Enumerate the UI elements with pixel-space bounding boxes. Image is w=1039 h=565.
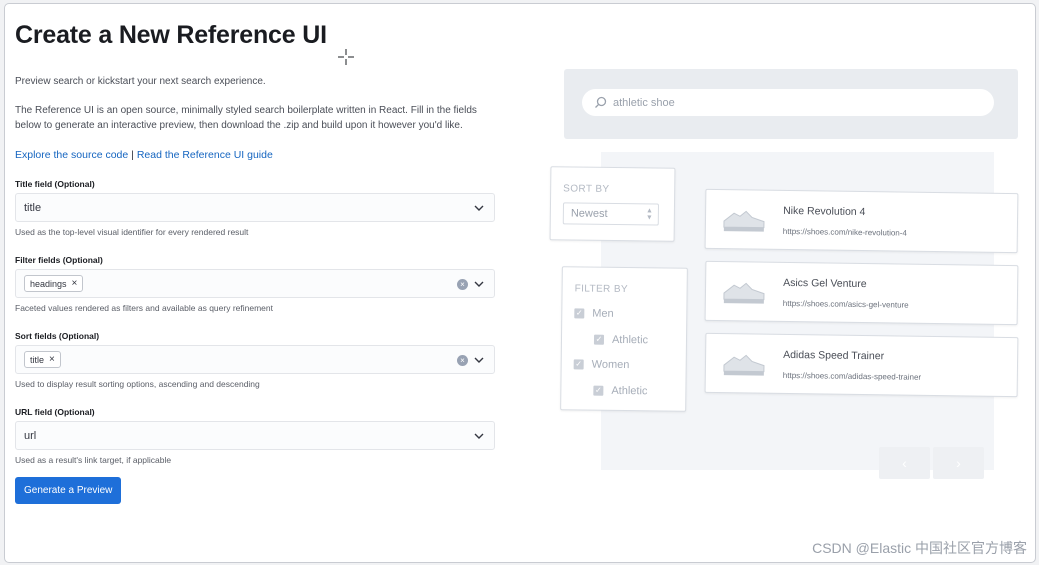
chevron-down-icon[interactable]	[473, 202, 485, 214]
description-text: The Reference UI is an open source, mini…	[15, 105, 477, 131]
sort-fields-help: Used to display result sorting options, …	[15, 379, 260, 389]
sort-fields-combobox[interactable]: title × ×	[15, 345, 495, 374]
title-field-label: Title field (Optional)	[15, 179, 95, 189]
preview-search-text: athletic shoe	[613, 96, 675, 109]
result-url[interactable]: https://shoes.com/adidas-speed-trainer	[783, 371, 921, 382]
result-name: Asics Gel Venture	[783, 276, 867, 291]
shoe-icon	[723, 282, 765, 304]
result-url[interactable]: https://shoes.com/asics-gel-venture	[783, 299, 909, 310]
links-row: Explore the source code | Read the Refer…	[15, 149, 499, 161]
sort-fields-group: Sort fields (Optional) title × × Used to…	[15, 331, 499, 389]
filter-pill: headings ×	[24, 275, 84, 292]
url-field-group: URL field (Optional) url Used as a resul…	[15, 407, 499, 465]
filter-panel: FILTER BY ✓ Men ✓ Athletic ✓ Women ✓ Ath…	[560, 266, 688, 412]
sort-select[interactable]: Newest ▲ ▼	[562, 202, 660, 226]
filter-option-label: Athletic	[611, 333, 649, 347]
result-url[interactable]: https://shoes.com/nike-revolution-4	[783, 227, 907, 238]
checkbox-icon: ✓	[573, 359, 584, 370]
sort-panel: SORT BY Newest ▲ ▼	[549, 166, 676, 242]
title-field-group: Title field (Optional) title Used as the…	[15, 179, 499, 237]
filter-option-men[interactable]: ✓ Men	[574, 307, 614, 320]
title-field-value: title	[24, 201, 42, 214]
sort-fields-label: Sort fields (Optional)	[15, 331, 100, 341]
chevron-down-icon[interactable]	[473, 430, 485, 442]
filter-fields-label: Filter fields (Optional)	[15, 255, 103, 265]
result-name: Nike Revolution 4	[783, 204, 866, 219]
pagination-prev-button[interactable]: ‹	[879, 447, 930, 479]
url-field-label: URL field (Optional)	[15, 407, 95, 417]
filter-option-label: Women	[591, 358, 630, 372]
clear-icon[interactable]: ×	[457, 355, 468, 366]
chevron-down-icon[interactable]	[473, 354, 485, 366]
source-code-link[interactable]: Explore the source code	[15, 149, 128, 161]
title-field-help: Used as the top-level visual identifier …	[15, 227, 249, 237]
filter-fields-combobox[interactable]: headings × ×	[15, 269, 495, 298]
filter-fields-group: Filter fields (Optional) headings × × Fa…	[15, 255, 499, 313]
filter-option-athletic-women[interactable]: ✓ Athletic	[593, 384, 648, 398]
pagination-next-button[interactable]: ›	[933, 447, 984, 479]
url-field-value: url	[24, 429, 37, 442]
result-name: Adidas Speed Trainer	[783, 348, 885, 363]
links-separator: |	[131, 149, 134, 161]
generate-preview-button[interactable]: Generate a Preview	[15, 477, 122, 504]
filter-fields-help: Faceted values rendered as filters and a…	[15, 303, 273, 313]
filter-panel-title: FILTER BY	[574, 283, 629, 296]
filter-option-women[interactable]: ✓ Women	[573, 358, 630, 372]
chevron-down-icon[interactable]	[473, 278, 485, 290]
sort-panel-title: SORT BY	[563, 183, 610, 195]
filter-option-label: Athletic	[611, 384, 648, 398]
checkbox-icon: ✓	[574, 308, 585, 319]
result-card[interactable]: Asics Gel Venture https://shoes.com/asic…	[704, 260, 1019, 326]
shoe-icon	[723, 210, 765, 232]
result-card[interactable]: Nike Revolution 4 https://shoes.com/nike…	[704, 188, 1019, 254]
sort-pill-label: title	[30, 354, 45, 365]
search-icon	[595, 96, 607, 108]
filter-option-athletic-men[interactable]: ✓ Athletic	[593, 333, 649, 347]
guide-link[interactable]: Read the Reference UI guide	[137, 149, 273, 161]
filter-pill-label: headings	[30, 278, 67, 289]
sort-select-value: Newest	[570, 207, 608, 220]
page-title: Create a New Reference UI	[15, 21, 327, 49]
title-field-select[interactable]: title	[15, 193, 495, 222]
stepper-arrows-icon: ▲ ▼	[645, 207, 653, 222]
crosshair-cursor-icon	[338, 49, 354, 65]
url-field-help: Used as a result's link target, if appli…	[15, 455, 172, 465]
clear-icon[interactable]: ×	[457, 279, 468, 290]
checkbox-icon: ✓	[593, 334, 605, 345]
checkbox-icon: ✓	[593, 385, 604, 396]
remove-pill-icon[interactable]: ×	[49, 354, 55, 365]
app-window: Create a New Reference UI Preview search…	[4, 3, 1036, 563]
sort-pill: title ×	[24, 351, 61, 368]
url-field-select[interactable]: url	[15, 421, 495, 450]
preview-search-input[interactable]: athletic shoe	[582, 89, 994, 116]
shoe-icon	[723, 354, 765, 376]
form-column: Create a New Reference UI Preview search…	[15, 16, 499, 504]
watermark-text: CSDN @Elastic 中国社区官方博客	[812, 540, 1027, 556]
remove-pill-icon[interactable]: ×	[72, 278, 78, 289]
result-card[interactable]: Adidas Speed Trainer https://shoes.com/a…	[704, 332, 1019, 398]
intro-text: Preview search or kickstart your next se…	[15, 76, 266, 87]
filter-option-label: Men	[592, 307, 614, 320]
